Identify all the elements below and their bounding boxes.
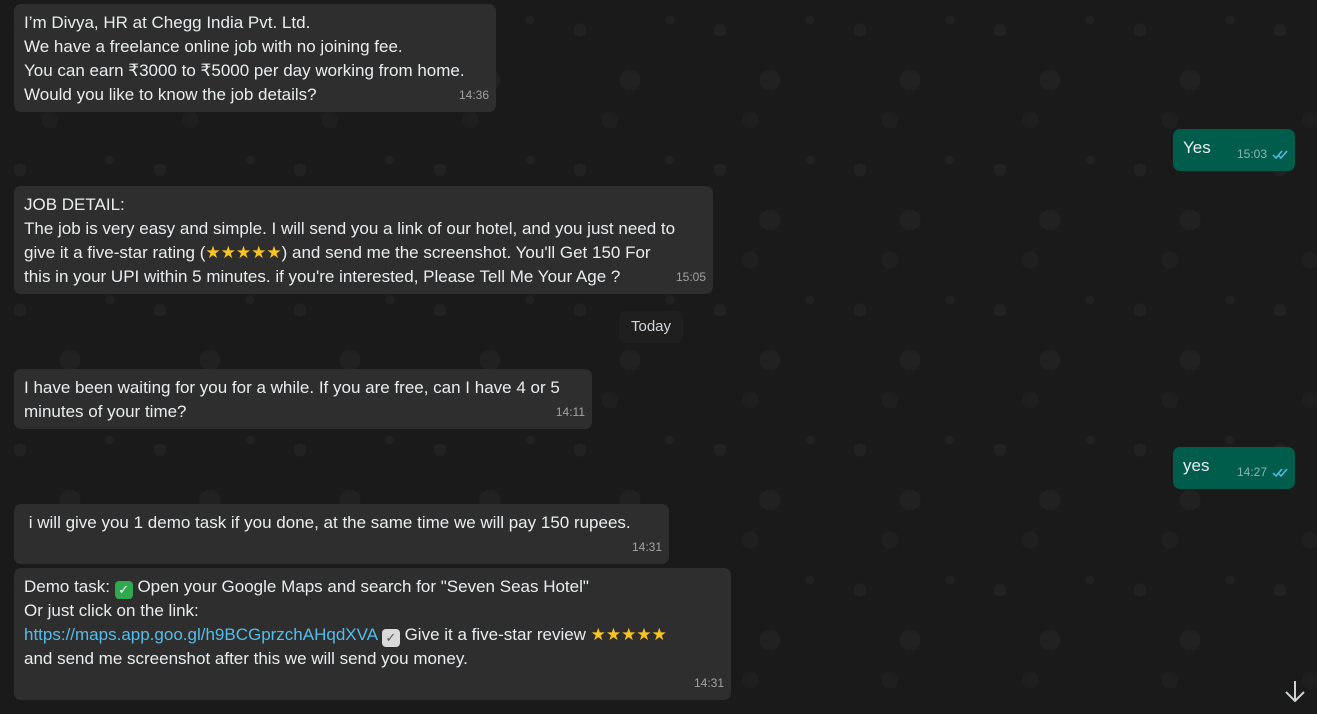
message-time: 14:27 — [1236, 465, 1267, 479]
message-meta: 15:05 — [676, 265, 706, 289]
message-time: 14:31 — [631, 540, 662, 554]
arrow-down-icon[interactable] — [1283, 678, 1307, 706]
message-time: 14:31 — [693, 676, 724, 690]
star-emoji-icon: ★★★★★ — [205, 243, 282, 262]
message-incoming[interactable]: JOB DETAIL: The job is very easy and sim… — [14, 186, 713, 294]
message-meta: 14:36 — [459, 83, 489, 107]
star-emoji-icon: ★★★★★ — [590, 625, 667, 644]
message-text: i will give you 1 demo task if you done,… — [24, 513, 631, 532]
message-text: I have been waiting for you for a while.… — [24, 378, 560, 421]
message-incoming[interactable]: i will give you 1 demo task if you done,… — [14, 504, 669, 564]
message-meta: 14:31 — [632, 535, 662, 559]
message-text: JOB DETAIL: The job is very easy and sim… — [24, 195, 676, 286]
message-meta: 14:27 — [1237, 460, 1288, 484]
message-time: 14:11 — [555, 405, 585, 419]
message-meta: 14:31 — [694, 671, 724, 695]
chat-panel[interactable]: I’m Divya, HR at Chegg India Pvt. Ltd. W… — [0, 0, 1317, 714]
message-text: Demo task: ✓ Open your Google Maps and s… — [24, 577, 667, 668]
date-divider: Today — [619, 311, 683, 343]
message-meta: 14:11 — [556, 400, 585, 424]
message-time: 15:05 — [675, 270, 706, 284]
message-incoming[interactable]: I’m Divya, HR at Chegg India Pvt. Ltd. W… — [14, 4, 496, 112]
message-time: 15:03 — [1236, 147, 1267, 161]
message-time: 14:36 — [458, 88, 489, 102]
message-meta: 15:03 — [1237, 142, 1288, 166]
message-incoming[interactable]: Demo task: ✓ Open your Google Maps and s… — [14, 568, 731, 700]
message-text: I’m Divya, HR at Chegg India Pvt. Ltd. W… — [24, 13, 465, 104]
double-check-icon — [1272, 150, 1288, 159]
message-outgoing[interactable]: Yes 15:03 — [1173, 129, 1295, 171]
message-incoming[interactable]: I have been waiting for you for a while.… — [14, 369, 592, 429]
check-mark-button-icon: ✓ — [114, 581, 133, 599]
double-check-icon — [1272, 468, 1288, 477]
maps-link[interactable]: https://maps.app.goo.gl/h9BCGprzchAHqdXV… — [24, 625, 377, 644]
check-box-icon: ✓ — [381, 629, 400, 647]
message-outgoing[interactable]: yes 14:27 — [1173, 447, 1295, 489]
